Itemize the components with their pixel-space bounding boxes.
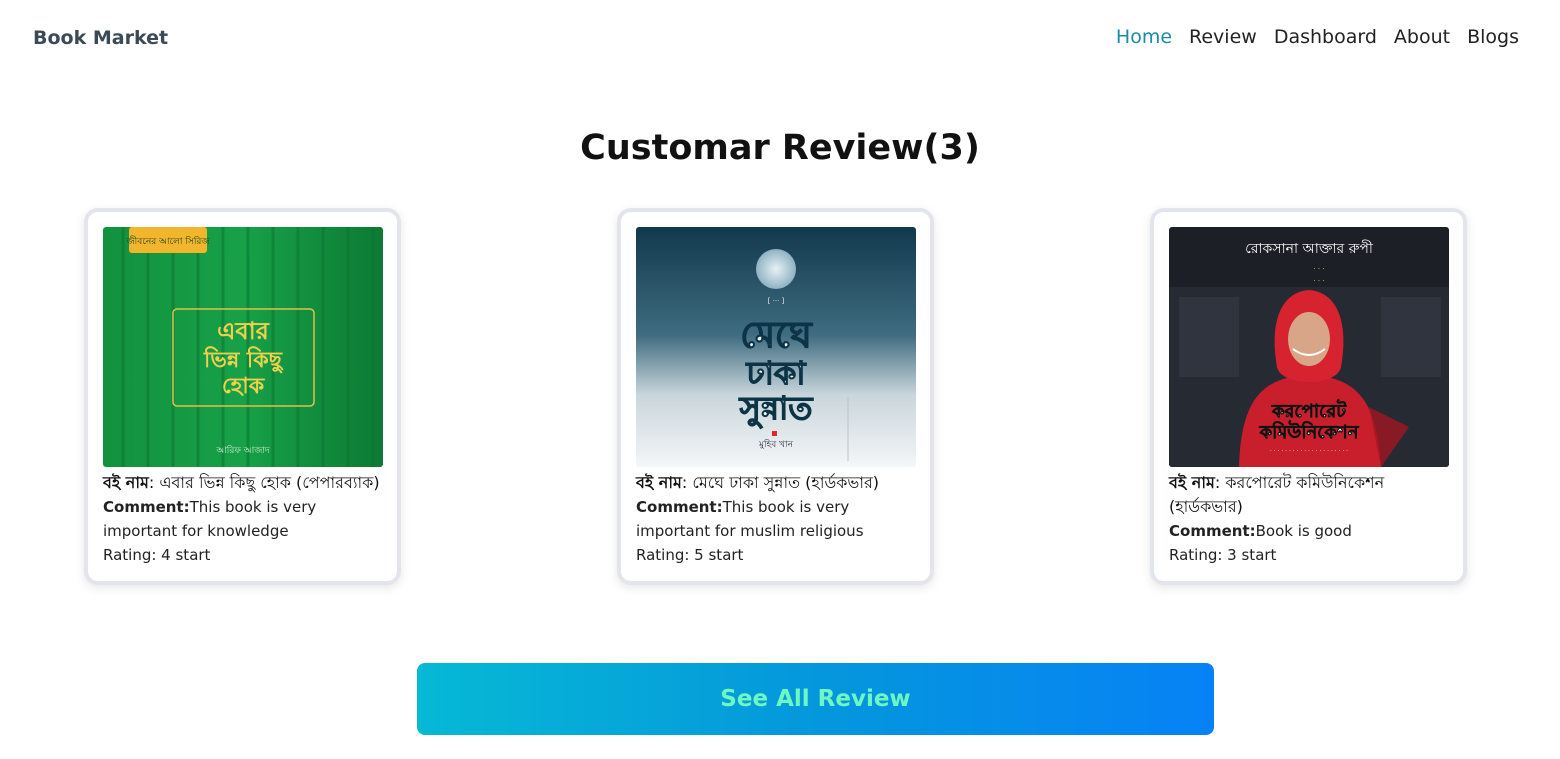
review-rating: Rating: 3 start (1169, 546, 1277, 564)
review-card: [ ··· ] মেঘে ঢাকা সুন্নাত মুহিব খান বই ন… (617, 208, 934, 585)
review-rating: Rating: 4 start (103, 546, 211, 564)
see-all-reviews-button[interactable]: See All Review (417, 663, 1214, 735)
book-name: বই নাম: এবার ভিন্ন কিছু হোক (পেপারব্যাক) (103, 471, 382, 495)
svg-text:· · ·: · · · (1313, 265, 1324, 273)
svg-text:[ ··· ]: [ ··· ] (768, 297, 785, 305)
book-cover-image: জীবনের আলো সিরিজ এবার ভিন্ন কিছু হোক আরি… (103, 227, 383, 467)
svg-text:মেঘে: মেঘে (740, 314, 813, 356)
comment-label: Comment: (103, 498, 190, 516)
svg-text:ভিন্ন কিছু: ভিন্ন কিছু (203, 346, 284, 374)
page-title: Customar Review(3) (580, 128, 980, 168)
svg-text:এবার: এবার (217, 317, 270, 345)
svg-text:আরিফ আজাদ: আরিফ আজাদ (215, 445, 270, 456)
comment-label: Comment: (1169, 522, 1256, 540)
book-name-label: বই নাম (636, 473, 682, 492)
svg-text:সুন্নাত: সুন্নাত (739, 389, 814, 429)
svg-text:জীবনের আলো সিরিজ: জীবনের আলো সিরিজ (126, 235, 211, 247)
svg-text:হোক: হোক (222, 374, 266, 399)
svg-text:কমিউনিকেশন: কমিউনিকেশন (1259, 420, 1360, 443)
review-comment: Comment:This book is very important for … (103, 495, 382, 543)
comment-label: Comment: (636, 498, 723, 516)
book-name: বই নাম: মেঘে ঢাকা সুন্নাত (হার্ডকভার) (636, 471, 915, 495)
book-cover-image: [ ··· ] মেঘে ঢাকা সুন্নাত মুহিব খান (636, 227, 916, 467)
comment-text: Book is good (1255, 522, 1352, 540)
book-name-value: : মেঘে ঢাকা সুন্নাত (হার্ডকভার) (681, 473, 880, 492)
review-comment: Comment:Book is good (1169, 519, 1448, 543)
book-name-value: : এবার ভিন্ন কিছু হোক (পেপারব্যাক) (148, 473, 380, 492)
nav-home[interactable]: Home (1116, 26, 1172, 48)
svg-text:করপোরেট: করপোরেট (1271, 399, 1347, 422)
nav-dashboard[interactable]: Dashboard (1274, 26, 1377, 48)
svg-text:ঢাকা: ঢাকা (745, 354, 807, 392)
book-name-label: বই নাম (103, 473, 149, 492)
brand-logo[interactable]: Book Market (33, 27, 168, 49)
book-cover-image: রোকসানা আক্তার রুপী · · · · · · করপোরেট … (1169, 227, 1449, 467)
nav-review[interactable]: Review (1189, 26, 1257, 48)
main-nav: Home Review Dashboard About Blogs (1116, 26, 1519, 48)
nav-blogs[interactable]: Blogs (1467, 26, 1519, 48)
nav-about[interactable]: About (1394, 26, 1450, 48)
review-rating: Rating: 5 start (636, 546, 744, 564)
svg-text:রোকসানা আক্তার রুপী: রোকসানা আক্তার রুপী (1245, 240, 1374, 257)
review-card: রোকসানা আক্তার রুপী · · · · · · করপোরেট … (1150, 208, 1467, 585)
svg-text:· · · · · · · · · · · · · · ·: · · · · · · · · · · · · · · · · · · · · … (1270, 448, 1348, 455)
svg-text:মুহিব খান: মুহিব খান (758, 439, 794, 450)
book-name-label: বই নাম (1169, 473, 1215, 492)
svg-text:· · ·: · · · (1313, 277, 1324, 285)
book-name: বই নাম: করপোরেট কমিউনিকেশন (হার্ডকভার) (1169, 471, 1448, 519)
review-card: জীবনের আলো সিরিজ এবার ভিন্ন কিছু হোক আরি… (84, 208, 401, 585)
review-comment: Comment:This book is very important for … (636, 495, 915, 543)
